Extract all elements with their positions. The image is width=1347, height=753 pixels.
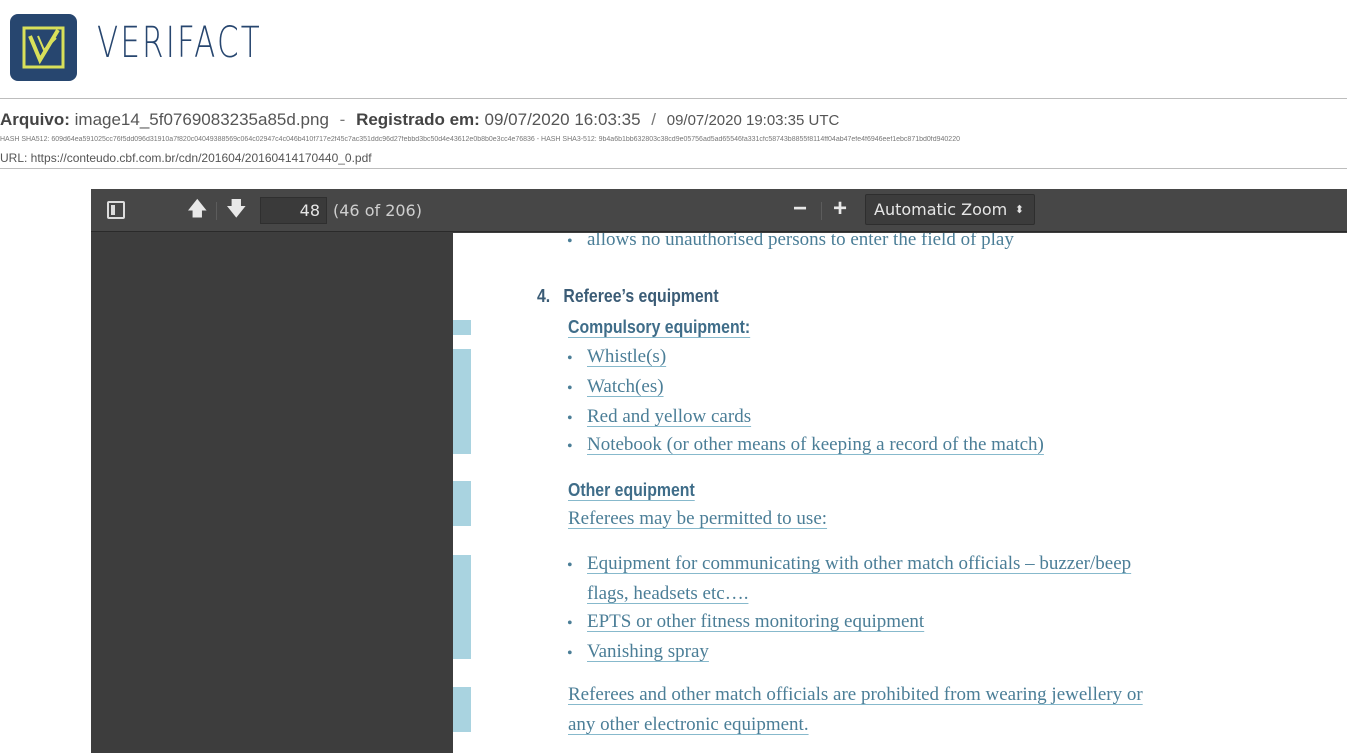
other-heading[interactable]: Other equipment bbox=[568, 480, 695, 501]
divider-bottom bbox=[0, 168, 1347, 169]
verifact-logo-mark-icon bbox=[22, 26, 65, 69]
other-intro[interactable]: Referees may be permitted to use: bbox=[568, 508, 827, 531]
registered-local-time: 09/07/2020 16:03:35 bbox=[484, 110, 641, 129]
separator: - bbox=[339, 110, 346, 129]
record-info: Arquivo: image14_5f0769083235a85d.png - … bbox=[0, 110, 839, 130]
file-name: image14_5f0769083235a85d.png bbox=[74, 110, 329, 129]
list-item[interactable]: Notebook (or other means of keeping a re… bbox=[587, 434, 1044, 457]
registered-label: Registrado em: bbox=[356, 110, 480, 129]
bullet-icon: • bbox=[567, 645, 573, 662]
select-caret-icon: ⬍ bbox=[1014, 203, 1024, 216]
viewer-sidebar-area bbox=[91, 233, 453, 753]
list-item[interactable]: EPTS or other fitness monitoring equipme… bbox=[587, 611, 924, 634]
zoom-out-button[interactable]: − bbox=[793, 197, 807, 221]
hash-line: HASH SHA512: 609d64ea591025cc76f5dd096d3… bbox=[0, 136, 960, 143]
section-heading: 4. Referee’s equipment bbox=[537, 286, 719, 307]
bullet-icon: • bbox=[567, 557, 573, 574]
registered-utc-time: 09/07/2020 19:03:35 UTC bbox=[666, 112, 840, 129]
section-number: 4. bbox=[537, 286, 551, 306]
list-item[interactable]: Whistle(s) bbox=[587, 346, 666, 369]
previous-page-icon[interactable]: 🡅 bbox=[187, 199, 208, 219]
bullet-icon: • bbox=[567, 410, 573, 427]
separator: / bbox=[651, 110, 656, 129]
brand-name: VERIFACT bbox=[97, 18, 262, 68]
file-label: Arquivo: bbox=[0, 110, 70, 129]
zoom-select[interactable]: Automatic Zoom ⬍ bbox=[865, 194, 1035, 225]
bullet-icon: • bbox=[567, 233, 573, 250]
list-item[interactable]: Red and yellow cards bbox=[587, 406, 751, 429]
margin-marker bbox=[453, 320, 471, 335]
zoom-in-button[interactable]: + bbox=[833, 197, 847, 221]
page-count: (46 of 206) bbox=[333, 201, 422, 220]
bullet-icon: • bbox=[567, 380, 573, 397]
source-url: URL: https://conteudo.cbf.com.br/cdn/201… bbox=[0, 151, 372, 165]
margin-marker bbox=[453, 555, 471, 659]
list-item[interactable]: Vanishing spray bbox=[587, 641, 709, 664]
zoom-select-value: Automatic Zoom bbox=[874, 200, 1008, 219]
compulsory-heading[interactable]: Compulsory equipment: bbox=[568, 317, 750, 338]
divider-top bbox=[0, 98, 1347, 99]
toolbar-divider bbox=[216, 202, 217, 220]
toolbar-divider bbox=[821, 202, 822, 220]
verifact-logo bbox=[10, 14, 77, 81]
margin-marker bbox=[453, 349, 471, 454]
viewer-toolbar: 🡅 🡇 48 (46 of 206) − + Automatic Zoom ⬍ bbox=[91, 189, 1347, 232]
bullet-icon: • bbox=[567, 438, 573, 455]
text-line: allows no unauthorised persons to enter … bbox=[587, 233, 1014, 250]
section-title: Referee’s equipment bbox=[563, 286, 719, 306]
margin-marker bbox=[453, 481, 471, 526]
list-item-continuation[interactable]: flags, headsets etc…. bbox=[587, 583, 748, 606]
pdf-viewer: 🡅 🡇 48 (46 of 206) − + Automatic Zoom ⬍ … bbox=[91, 189, 1347, 753]
prohibition-text[interactable]: any other electronic equipment. bbox=[568, 714, 809, 737]
bullet-icon: • bbox=[567, 615, 573, 632]
prohibition-text[interactable]: Referees and other match officials are p… bbox=[568, 684, 1143, 707]
list-item[interactable]: Equipment for communicating with other m… bbox=[587, 553, 1131, 576]
pdf-page: • allows no unauthorised persons to ente… bbox=[453, 233, 1347, 753]
next-page-icon[interactable]: 🡇 bbox=[226, 199, 247, 219]
list-item[interactable]: Watch(es) bbox=[587, 376, 664, 399]
margin-marker bbox=[453, 687, 471, 732]
sidebar-toggle-icon[interactable] bbox=[107, 201, 125, 219]
bullet-icon: • bbox=[567, 350, 573, 367]
page-number-input[interactable]: 48 bbox=[260, 197, 327, 224]
